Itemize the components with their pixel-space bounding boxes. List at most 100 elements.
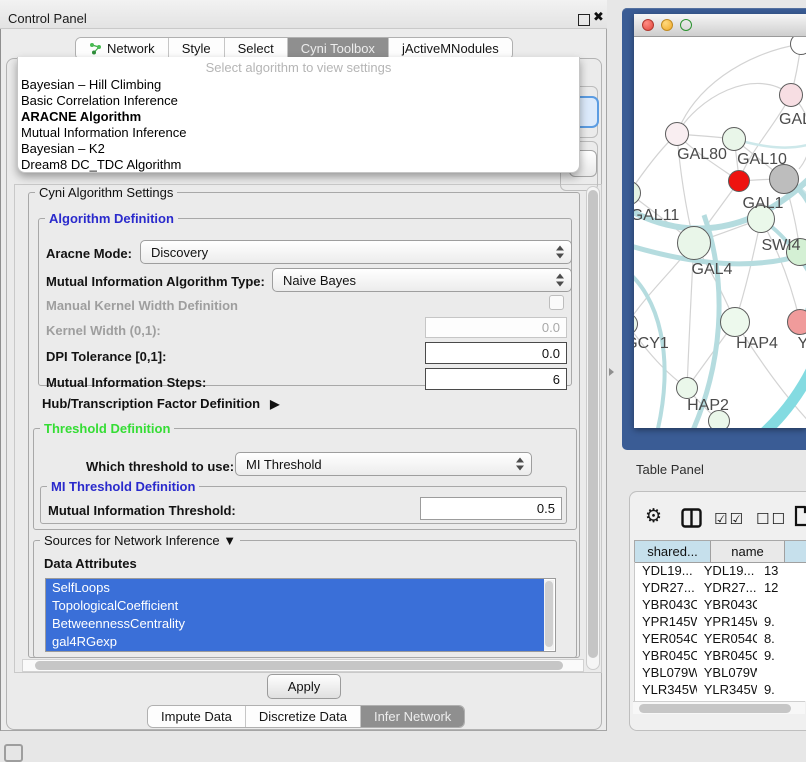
- threshold-definition-title: Threshold Definition: [40, 421, 174, 436]
- tab-style[interactable]: Style: [169, 38, 225, 59]
- attribute-selfloops[interactable]: SelfLoops: [46, 579, 544, 597]
- zoom-traffic-light[interactable]: [680, 19, 692, 31]
- node-label: GCY1: [634, 335, 669, 353]
- table-row[interactable]: YBL079WYBL079W: [635, 664, 806, 681]
- network-node-y[interactable]: [787, 309, 806, 335]
- tab-label: Infer Network: [374, 706, 451, 727]
- float-window-icon[interactable]: [578, 14, 590, 26]
- table-cell: YPR145W: [697, 613, 757, 630]
- close-icon[interactable]: ✖: [593, 10, 604, 25]
- tab-label: Network: [107, 38, 155, 59]
- attribute-topologicalcoefficient[interactable]: TopologicalCoefficient: [46, 597, 544, 615]
- apply-button[interactable]: Apply: [267, 674, 341, 699]
- aracne-mode-value: Discovery: [151, 245, 208, 260]
- mi-type-value: Naive Bayes: [283, 273, 356, 288]
- table-horizontal-scrollbar: [633, 701, 805, 714]
- mi-steps-field[interactable]: 6: [425, 368, 567, 390]
- mi-threshold-field[interactable]: 0.5: [420, 497, 562, 520]
- table-cell: 12: [757, 579, 806, 596]
- settings-vscroll-thumb[interactable]: [588, 190, 598, 658]
- manual-kernel-checkbox[interactable]: [549, 295, 564, 310]
- tab-impute-data[interactable]: Impute Data: [148, 706, 246, 727]
- algorithm-option-mutual-information-inference[interactable]: Mutual Information Inference: [18, 125, 579, 141]
- manual-kernel-label: Manual Kernel Width Definition: [46, 298, 238, 313]
- table-cell: 9.: [757, 681, 806, 698]
- settings-horizontal-scrollbar: [22, 659, 584, 672]
- table-row[interactable]: YPR145WYPR145W9.: [635, 613, 806, 630]
- tab-infer-network[interactable]: Infer Network: [361, 706, 464, 727]
- table-row[interactable]: YDR27...YDR27...12: [635, 579, 806, 596]
- aracne-mode-label: Aracne Mode:: [46, 246, 132, 261]
- table-cell: YBL079W: [697, 664, 757, 681]
- table-row[interactable]: YBR043CYBR043C: [635, 596, 806, 613]
- splitter-handle-icon[interactable]: [609, 368, 614, 376]
- table-cell: YDL19...: [697, 562, 757, 579]
- which-threshold-label: Which threshold to use:: [86, 459, 234, 474]
- close-traffic-light[interactable]: [642, 19, 654, 31]
- table-row[interactable]: YLR345WYLR345W9.: [635, 681, 806, 698]
- new-table-icon[interactable]: [794, 505, 806, 531]
- data-attributes-label: Data Attributes: [44, 556, 137, 571]
- table-row[interactable]: YBR045CYBR045C9.: [635, 647, 806, 664]
- attribute-betweennesscentrality[interactable]: BetweennessCentrality: [46, 615, 544, 633]
- bottom-tab-bar: Impute Data Discretize Data Infer Network: [147, 705, 465, 728]
- control-panel-title: Control Panel: [8, 11, 87, 26]
- network-node-gal1[interactable]: [728, 170, 750, 192]
- screen: Control Panel ✖ Network StyleSelectCyni T…: [0, 0, 806, 762]
- spinner-arrows-icon: [516, 458, 524, 471]
- column-header-shared[interactable]: shared...: [635, 541, 711, 563]
- table-cell: YBR045C: [635, 647, 697, 664]
- table-cell: YBR045C: [697, 647, 757, 664]
- which-threshold-combo[interactable]: MI Threshold: [235, 452, 532, 476]
- select-all-checks-icon[interactable]: ☑☑: [714, 510, 745, 528]
- node-label: GAL80: [677, 146, 727, 164]
- tab-label: Impute Data: [161, 706, 232, 727]
- table-row[interactable]: YER054CYER054C8.: [635, 630, 806, 647]
- tab-network[interactable]: Network: [76, 38, 169, 59]
- algorithm-option-aracne-algorithm[interactable]: ARACNE Algorithm: [18, 109, 579, 125]
- network-canvas[interactable]: GALGAL80GAL10GAL1GAL11SWI4GAL4GCY1HAP4YH…: [634, 37, 806, 428]
- column-header-name[interactable]: name: [711, 541, 785, 563]
- network-node-gal[interactable]: [779, 83, 803, 107]
- minimize-traffic-light[interactable]: [661, 19, 673, 31]
- network-node-hap4[interactable]: [720, 307, 750, 337]
- table-row[interactable]: YDL19...YDL19...13: [635, 562, 806, 579]
- tab-label: jActiveMNodules: [402, 38, 499, 59]
- tab-jactivemnodules[interactable]: jActiveMNodules: [389, 38, 512, 59]
- aracne-mode-combo[interactable]: Discovery: [140, 240, 572, 264]
- collapse-arrow-icon[interactable]: ▼: [223, 533, 236, 548]
- split-columns-icon[interactable]: [681, 508, 702, 532]
- mi-threshold-label: Mutual Information Threshold:: [48, 503, 236, 518]
- kernel-width-field[interactable]: 0.0: [425, 317, 567, 338]
- mi-type-combo[interactable]: Naive Bayes: [272, 268, 572, 292]
- data-attributes-list[interactable]: SelfLoopsTopologicalCoefficientBetweenne…: [45, 578, 556, 652]
- gear-icon[interactable]: ⚙: [645, 505, 662, 527]
- table-hscroll-thumb[interactable]: [639, 704, 791, 713]
- attributes-scrollbar-thumb[interactable]: [545, 581, 553, 647]
- column-header-a[interactable]: A: [785, 541, 806, 563]
- node-label: SWI4: [761, 237, 800, 255]
- tab-select[interactable]: Select: [225, 38, 288, 59]
- tab-cyni-toolbox[interactable]: Cyni Toolbox: [288, 38, 389, 59]
- algorithm-option-dream8-dc-tdc-algorithm[interactable]: Dream8 DC_TDC Algorithm: [18, 157, 579, 173]
- sources-title[interactable]: Sources for Network Inference ▼: [40, 533, 240, 548]
- table-body: YDL19...YDL19...13YDR27...YDR27...12YBR0…: [634, 562, 806, 701]
- algorithm-option-bayesian-hill-climbing[interactable]: Bayesian – Hill Climbing: [18, 77, 579, 93]
- settings-hscroll-thumb[interactable]: [35, 661, 563, 670]
- algorithm-option-bayesian-k2[interactable]: Bayesian – K2: [18, 141, 579, 157]
- table-cell: YER054C: [697, 630, 757, 647]
- expand-arrow-icon[interactable]: ▶: [270, 397, 279, 411]
- kernel-width-label: Kernel Width (0,1):: [46, 323, 161, 338]
- hub-definition-row[interactable]: Hub/Transcription Factor Definition▶: [42, 396, 279, 411]
- algorithm-option-basic-correlation-inference[interactable]: Basic Correlation Inference: [18, 93, 579, 109]
- network-node-gal4[interactable]: [677, 226, 711, 260]
- network-window-titlebar[interactable]: [634, 14, 806, 37]
- attribute-gal4rgexp[interactable]: gal4RGexp: [46, 633, 544, 651]
- deselect-all-checks-icon[interactable]: ☐☐: [756, 510, 787, 528]
- dpi-tolerance-field[interactable]: 0.0: [425, 342, 567, 364]
- tab-discretize-data[interactable]: Discretize Data: [246, 706, 361, 727]
- network-node-hap2[interactable]: [676, 377, 698, 399]
- network-node-gal80[interactable]: [665, 122, 689, 146]
- minimized-panel-icon[interactable]: [4, 744, 23, 762]
- control-panel-titlebar: [0, 0, 607, 29]
